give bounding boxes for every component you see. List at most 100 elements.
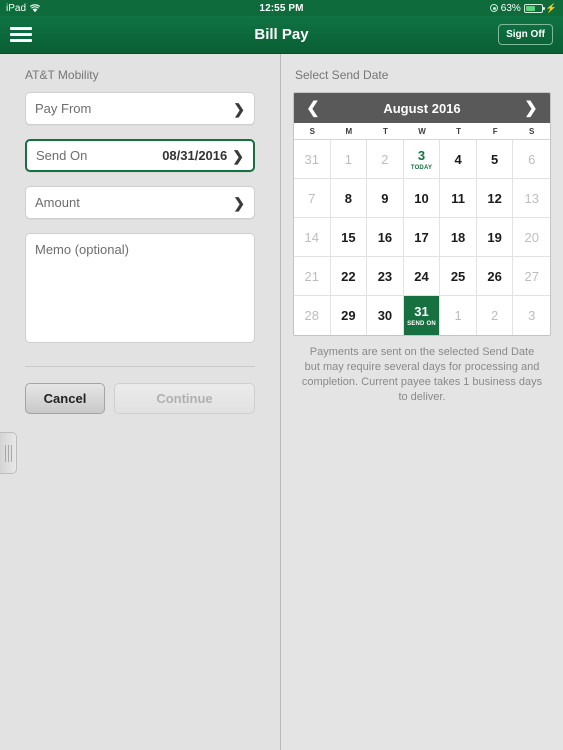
status-bar-clock: 12:55 PM — [259, 2, 304, 14]
calendar-day[interactable]: 5 — [476, 140, 514, 179]
calendar-day-number: 27 — [524, 268, 539, 284]
calendar-day-number: 20 — [524, 229, 539, 245]
chevron-left-icon[interactable]: ❮ — [304, 98, 322, 118]
status-bar-right: 63% ⚡ — [489, 2, 557, 14]
send-on-label: Send On — [36, 148, 88, 163]
calendar-day[interactable]: 29 — [330, 296, 368, 335]
calendar-day-number: 31 — [304, 151, 320, 167]
calendar-day[interactable]: 15 — [330, 218, 368, 257]
calendar-day[interactable]: 4 — [440, 140, 477, 179]
calendar-day[interactable]: 22 — [330, 257, 368, 296]
calendar-day-number: 12 — [487, 190, 502, 206]
calendar-day[interactable]: 16 — [367, 218, 404, 257]
lightning-bolt-icon: ⚡ — [545, 2, 557, 13]
continue-button: Continue — [114, 383, 255, 414]
calendar-day: 2 — [476, 296, 514, 335]
calendar-weekday-2: T — [382, 127, 388, 136]
calendar-day[interactable]: 26 — [476, 257, 514, 296]
form-divider — [25, 366, 255, 367]
page-title: Bill Pay — [254, 26, 309, 43]
calendar-day-number: 24 — [414, 268, 429, 284]
calendar-day-number: 9 — [381, 190, 389, 206]
calendar-day-number: 2 — [381, 151, 389, 167]
calendar-day: 21 — [294, 257, 331, 296]
calendar-day: 2 — [367, 140, 404, 179]
amount-field[interactable]: Amount ❯ — [25, 186, 255, 219]
calendar-day-number: 10 — [414, 190, 429, 206]
payee-label: AT&T Mobility — [25, 68, 99, 82]
calendar-day-number: 13 — [524, 190, 539, 206]
calendar-day[interactable]: 25 — [440, 257, 477, 296]
chevron-right-icon[interactable]: ❯ — [522, 98, 540, 118]
calendar-day-number: 31 — [414, 304, 429, 319]
calendar-day-number: 18 — [450, 229, 466, 245]
calendar-day-number: 6 — [528, 151, 536, 167]
pay-from-field[interactable]: Pay From ❯ — [25, 92, 255, 125]
calendar-day[interactable]: 30 — [367, 296, 404, 335]
calendar-day[interactable]: 10 — [403, 179, 441, 218]
ios-status-bar: iPad 12:55 PM 63% ⚡ — [0, 0, 563, 16]
calendar-note: Payments are sent on the selected Send D… — [301, 346, 543, 403]
calendar-day-number: 22 — [341, 268, 356, 284]
calendar-day-number: 7 — [308, 190, 316, 206]
calendar-day-selected[interactable]: 31 SEND ON — [403, 296, 441, 335]
sign-off-button[interactable]: Sign Off — [498, 24, 553, 45]
calendar-day-number: 3 — [417, 147, 426, 163]
calendar-day-number: 2 — [491, 308, 499, 323]
location-services-icon — [489, 4, 498, 12]
calendar-day-number: 1 — [454, 308, 462, 323]
calendar-day-today[interactable]: 3 TODAY — [403, 140, 441, 179]
calendar-day[interactable]: 23 — [367, 257, 404, 296]
calendar-day: 6 — [513, 140, 550, 179]
calendar-day-number: 23 — [377, 268, 393, 284]
bill-pay-screen: iPad 12:55 PM 63% ⚡ Bill Pay Sign Off AT… — [0, 0, 563, 750]
calendar-pane: Select Send Date ❮ August 2016 ❯ S M T W T F S… — [281, 54, 563, 750]
calendar-day-number: 15 — [341, 229, 356, 245]
calendar-day-number: 5 — [491, 151, 499, 167]
calendar-day: 3 — [513, 296, 550, 335]
calendar-day[interactable]: 24 — [403, 257, 441, 296]
calendar-day-number: 14 — [304, 229, 320, 245]
send-on-field[interactable]: Send On 08/31/2016 ❯ — [25, 139, 255, 172]
form-fields: Pay From ❯ Send On 08/31/2016 ❯ Amount ❯… — [0, 92, 280, 343]
calendar-day: 27 — [513, 257, 550, 296]
calendar-day-number: 17 — [414, 229, 429, 245]
amount-label: Amount — [35, 195, 80, 210]
calendar-weekday-6: S — [529, 127, 535, 136]
calendar-day[interactable]: 8 — [330, 179, 368, 218]
calendar-weekday-5: F — [492, 127, 498, 136]
chevron-right-icon: ❯ — [232, 147, 244, 164]
calendar-day[interactable]: 11 — [440, 179, 477, 218]
calendar-day[interactable]: 12 — [476, 179, 514, 218]
calendar-day-grid: 31 1 2 3 TODAY 4 5 6 7 8 9 10 11 12 13 14 15 16 17 18 19 20 21… — [294, 140, 550, 335]
hamburger-menu-icon[interactable] — [10, 24, 32, 45]
calendar-day[interactable]: 19 — [476, 218, 514, 257]
battery-icon — [523, 3, 545, 13]
calendar-day[interactable]: 18 — [440, 218, 477, 257]
calendar-day-number: 29 — [341, 308, 356, 323]
chevron-right-icon: ❯ — [233, 194, 245, 211]
calendar-day[interactable]: 9 — [367, 179, 404, 218]
calendar-day: 31 — [294, 140, 331, 179]
form-actions: Cancel Continue — [0, 383, 280, 414]
calendar-weekday-1: M — [345, 127, 353, 136]
calendar-day-tag: SEND ON — [407, 321, 436, 327]
calendar-day-number: 8 — [344, 190, 352, 206]
calendar-day[interactable]: 17 — [403, 218, 441, 257]
drag-handle-icon[interactable] — [0, 432, 17, 474]
calendar-day-number: 11 — [451, 190, 465, 206]
calendar-weekday-row: SMTWTFS — [294, 123, 550, 140]
calendar-day-number: 28 — [304, 308, 320, 323]
cancel-button[interactable]: Cancel — [25, 383, 105, 414]
chevron-right-icon: ❯ — [233, 100, 245, 117]
calendar-day-number: 4 — [454, 151, 462, 167]
pay-from-label: Pay From — [35, 101, 92, 116]
calendar-day-number: 19 — [487, 229, 502, 245]
calendar-day: 1 — [440, 296, 477, 335]
calendar-widget: ❮ August 2016 ❯ SMTWTFS 31 1 2 3 TODAY 4 5 6 7 8 9… — [293, 92, 551, 336]
memo-input[interactable]: Memo (optional) — [25, 233, 255, 343]
main-content: AT&T Mobility Pay From ❯ Send On 08/31/2… — [0, 54, 563, 750]
calendar-day: 1 — [330, 140, 368, 179]
calendar-day-number: 16 — [377, 229, 393, 245]
calendar-day-number: 30 — [377, 308, 393, 323]
